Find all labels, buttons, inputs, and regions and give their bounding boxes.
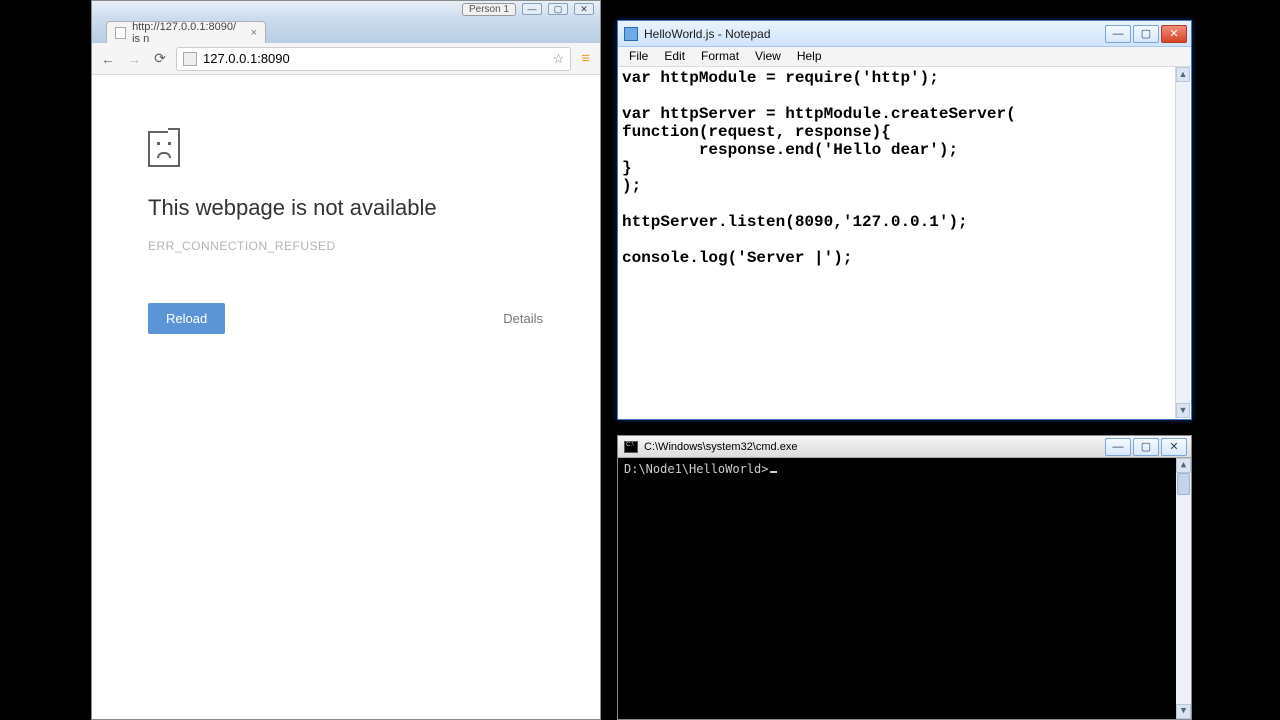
error-code: ERR_CONNECTION_REFUSED	[148, 239, 544, 253]
notepad-titlebar[interactable]: HelloWorld.js - Notepad — ▢ ✕	[618, 21, 1191, 47]
scroll-thumb[interactable]	[1177, 473, 1190, 495]
tab-title: http://127.0.0.1:8090/ is n	[132, 21, 245, 45]
bookmark-star-icon[interactable]: ☆	[553, 51, 565, 67]
browser-tab[interactable]: http://127.0.0.1:8090/ is n ×	[106, 21, 266, 43]
chrome-window: Person 1 — ▢ ✕ http://127.0.0.1:8090/ is…	[91, 0, 601, 720]
tab-close-icon[interactable]: ×	[251, 27, 257, 39]
notepad-title: HelloWorld.js - Notepad	[644, 27, 771, 41]
cmd-app-icon	[624, 441, 638, 453]
cmd-window: C:\Windows\system32\cmd.exe — ▢ ✕ D:\Nod…	[617, 435, 1192, 720]
chrome-minimize-button[interactable]: —	[522, 3, 542, 15]
url-input[interactable]	[203, 51, 547, 66]
menu-format[interactable]: Format	[694, 47, 746, 66]
profile-badge[interactable]: Person 1	[462, 3, 516, 16]
notepad-app-icon	[624, 27, 638, 41]
sad-page-icon	[148, 131, 180, 167]
cmd-maximize-button[interactable]: ▢	[1133, 438, 1159, 456]
cmd-cursor	[770, 471, 777, 473]
scroll-up-icon[interactable]: ▲	[1176, 67, 1190, 82]
scroll-up-icon[interactable]: ▲	[1176, 458, 1191, 473]
forward-button[interactable]: →	[124, 49, 144, 69]
scroll-down-icon[interactable]: ▼	[1176, 704, 1191, 719]
notepad-menubar: File Edit Format View Help	[618, 47, 1191, 67]
favicon-icon	[115, 27, 126, 39]
cmd-close-button[interactable]: ✕	[1161, 438, 1187, 456]
chrome-maximize-button[interactable]: ▢	[548, 3, 568, 15]
page-content: This webpage is not available ERR_CONNEC…	[92, 75, 600, 719]
cmd-terminal[interactable]: D:\Node1\HelloWorld> ▲ ▼	[618, 458, 1191, 719]
chrome-titlebar[interactable]: Person 1 — ▢ ✕	[92, 1, 600, 17]
notepad-window: HelloWorld.js - Notepad — ▢ ✕ File Edit …	[617, 20, 1192, 420]
menu-edit[interactable]: Edit	[657, 47, 692, 66]
cmd-prompt: D:\Node1\HelloWorld>	[624, 462, 769, 476]
notepad-maximize-button[interactable]: ▢	[1133, 25, 1159, 43]
page-icon	[183, 52, 197, 66]
chrome-close-button[interactable]: ✕	[574, 3, 594, 15]
cmd-title: C:\Windows\system32\cmd.exe	[644, 441, 797, 453]
chrome-toolbar: ← → ⟳ ☆ ≡	[92, 43, 600, 75]
cmd-titlebar[interactable]: C:\Windows\system32\cmd.exe — ▢ ✕	[618, 436, 1191, 458]
reload-button[interactable]: ⟳	[150, 49, 170, 69]
details-link[interactable]: Details	[503, 311, 543, 326]
chrome-menu-icon[interactable]: ≡	[577, 50, 594, 67]
cmd-minimize-button[interactable]: —	[1105, 438, 1131, 456]
notepad-scrollbar[interactable]: ▲ ▼	[1175, 67, 1190, 418]
scroll-down-icon[interactable]: ▼	[1176, 403, 1190, 418]
menu-view[interactable]: View	[748, 47, 788, 66]
back-button[interactable]: ←	[98, 49, 118, 69]
error-heading: This webpage is not available	[148, 195, 544, 221]
notepad-text-area[interactable]: var httpModule = require('http'); var ht…	[618, 67, 1191, 419]
menu-file[interactable]: File	[622, 47, 655, 66]
reload-page-button[interactable]: Reload	[148, 303, 225, 334]
address-bar[interactable]: ☆	[176, 47, 571, 71]
cmd-scrollbar[interactable]: ▲ ▼	[1176, 458, 1191, 719]
menu-help[interactable]: Help	[790, 47, 829, 66]
tab-strip: http://127.0.0.1:8090/ is n ×	[92, 17, 600, 43]
notepad-close-button[interactable]: ✕	[1161, 25, 1187, 43]
notepad-minimize-button[interactable]: —	[1105, 25, 1131, 43]
